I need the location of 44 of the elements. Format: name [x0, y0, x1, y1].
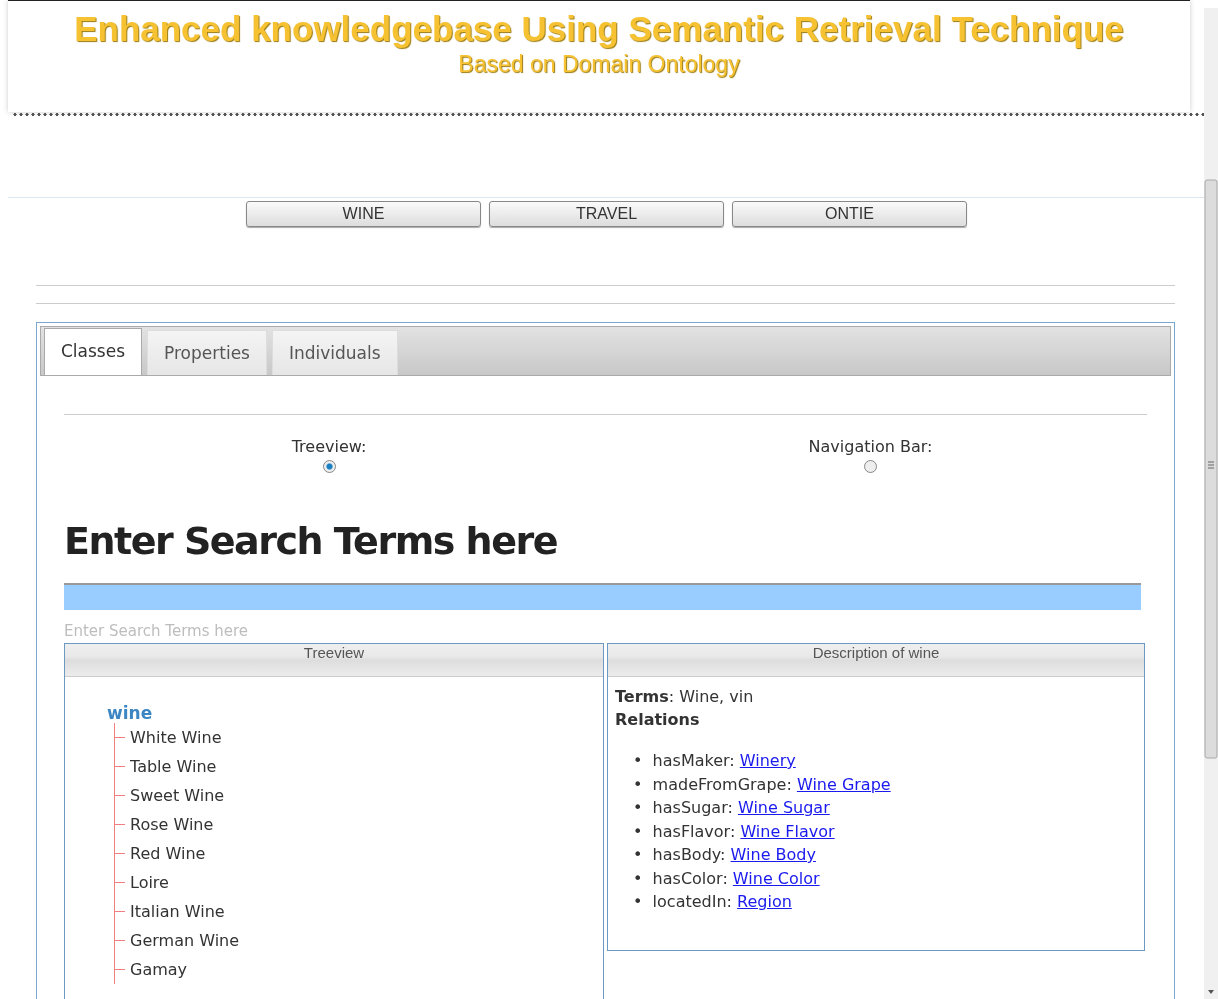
tree-item[interactable]: German Wine — [130, 930, 240, 951]
relation-item: • locatedIn: Region — [633, 891, 792, 913]
option-label: Navigation Bar: — [808, 437, 933, 456]
relation-item: • hasBody: Wine Body — [633, 844, 816, 866]
relation-link[interactable]: Wine Body — [730, 845, 816, 864]
terms-text: Terms: Wine, vin — [615, 686, 755, 708]
relation-item: • hasSugar: Wine Sugar — [633, 797, 830, 819]
relations-heading: Relations — [615, 709, 701, 731]
relation-link[interactable]: Wine Grape — [796, 774, 891, 794]
search-field[interactable] — [64, 583, 1141, 610]
tree-item[interactable]: Sweet Wine — [130, 785, 225, 806]
tree-item[interactable]: Gamay — [130, 959, 188, 980]
search-heading: Enter Search Terms here — [64, 519, 558, 563]
option-label: Treeview: — [291, 437, 367, 456]
panel-title: Description of wine — [608, 644, 1144, 677]
tree-item[interactable]: Loire — [130, 872, 169, 893]
site-title: Enhanced knowledgebase Using Semantic Retrieval Technique — [74, 9, 1124, 49]
scrollbar[interactable] — [1204, 8, 1218, 999]
tab[interactable]: Individuals — [271, 330, 398, 375]
panel-title: Treeview — [65, 644, 603, 677]
relation-item: • hasFlavor: Wine Flavor — [633, 820, 835, 843]
nav-button[interactable]: WINE — [246, 201, 481, 227]
tree-item[interactable]: Table Wine — [130, 756, 217, 777]
relation-link[interactable]: Region — [737, 892, 792, 911]
search-hint: Enter Search Terms here — [64, 622, 250, 640]
tree-item[interactable]: Rose Wine — [130, 814, 214, 835]
radio-button[interactable] — [322, 460, 336, 473]
relation-link[interactable]: Winery — [739, 751, 796, 770]
tree-item[interactable]: Italian Wine — [130, 901, 225, 922]
relation-item: • hasColor: Wine Color — [633, 867, 820, 890]
relation-link[interactable]: Wine Color — [732, 868, 820, 888]
site-subtitle: Based on Domain Ontology — [458, 51, 740, 78]
relation-link[interactable]: Wine Sugar — [737, 798, 830, 817]
relation-item: • madeFromGrape: Wine Grape — [633, 773, 891, 796]
relation-item: • hasMaker: Winery — [633, 750, 796, 772]
tab[interactable]: Classes — [44, 328, 143, 375]
relation-link[interactable]: Wine Flavor — [740, 821, 835, 841]
nav-button[interactable]: ONTIE — [732, 201, 967, 227]
tab[interactable]: Properties — [147, 330, 267, 375]
radio-button[interactable] — [864, 460, 877, 473]
tree-item[interactable]: Red Wine — [130, 843, 206, 864]
tree-item[interactable]: White Wine — [130, 727, 222, 748]
nav-button[interactable]: TRAVEL — [489, 201, 724, 227]
tree-root[interactable]: wine — [107, 703, 603, 723]
